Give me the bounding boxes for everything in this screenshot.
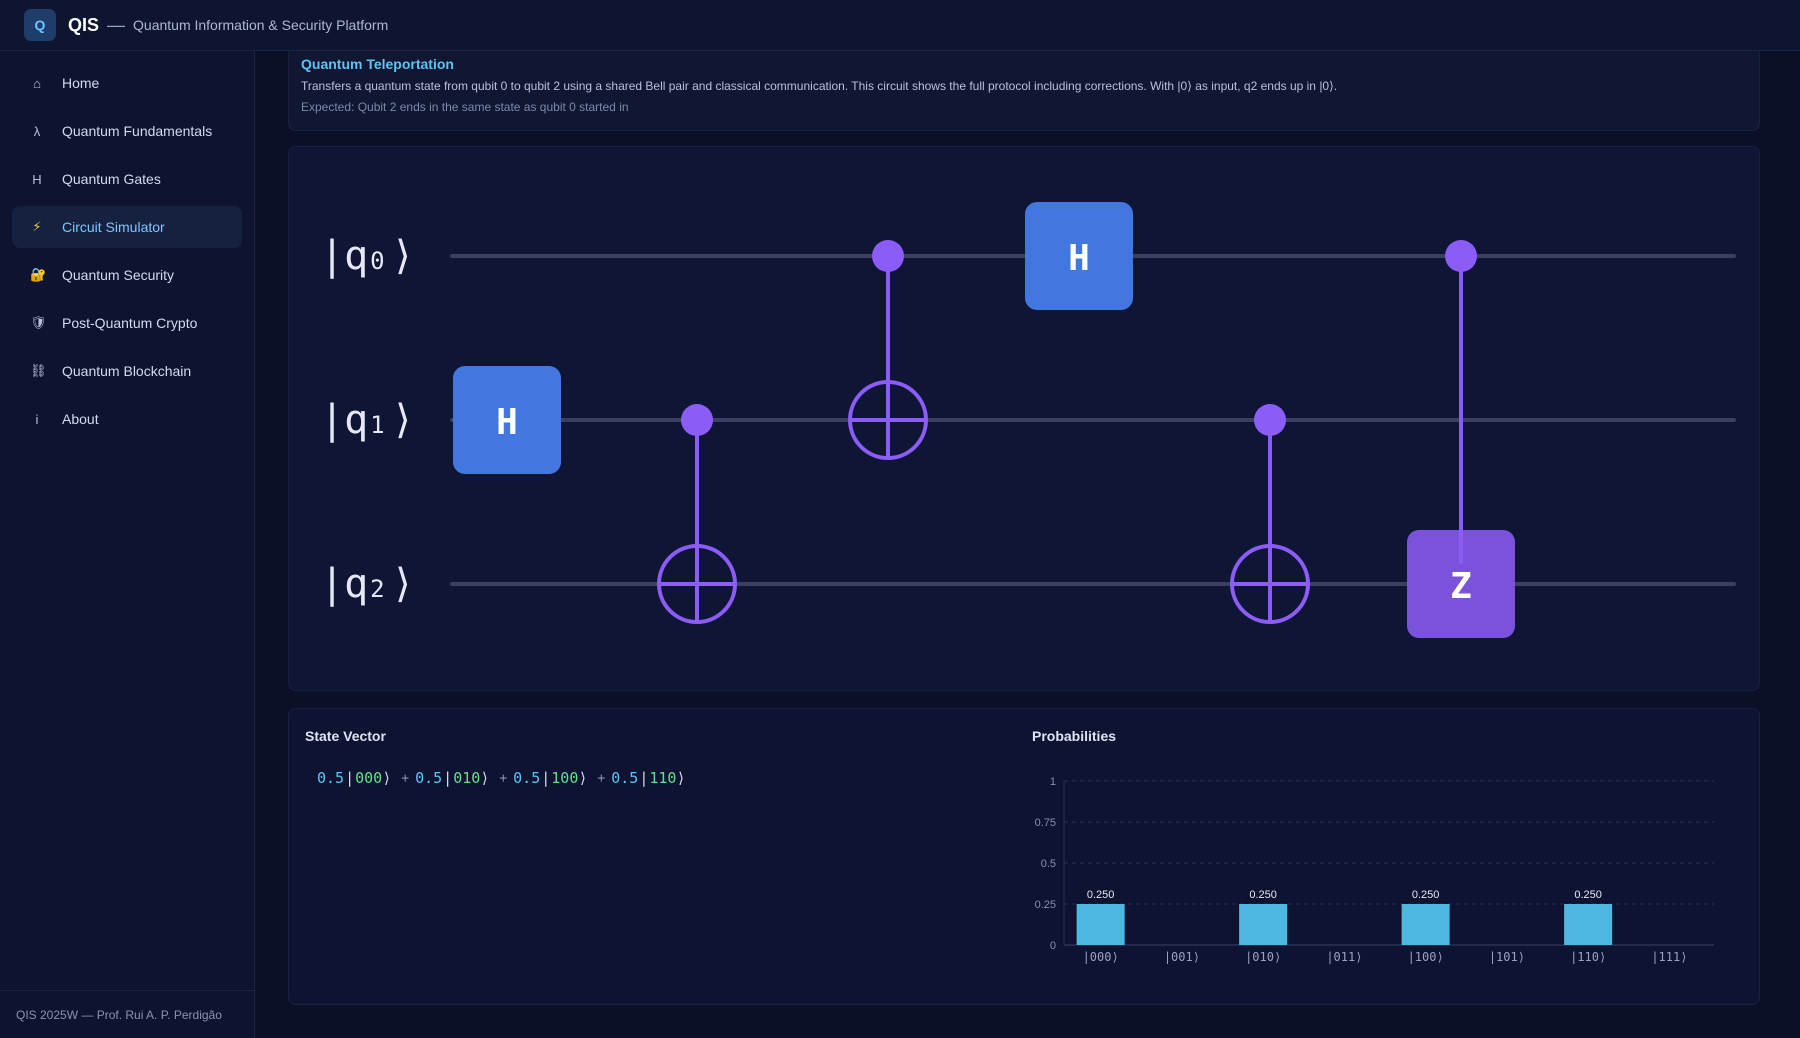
shield-icon: 🛡 — [30, 315, 47, 330]
x-tick-label: |111⟩ — [1651, 950, 1687, 964]
control-dot — [1445, 240, 1477, 272]
y-tick-label: 0.75 — [1035, 817, 1056, 829]
state-basis: 110 — [649, 769, 677, 787]
circuit-title: Quantum Teleportation — [301, 56, 454, 72]
y-tick-label: 0.5 — [1041, 858, 1056, 870]
state-term: 0.5 | 110 ⟩ — [611, 769, 685, 787]
qubit-label: |q1 ⟩ — [320, 397, 415, 443]
sidebar-item-home[interactable]: ⌂ Home — [12, 62, 242, 104]
top-bar: Q QIS — Quantum Information & Security P… — [0, 0, 1800, 51]
state-basis: 000 — [355, 769, 383, 787]
ket-close: ⟩ — [480, 769, 490, 787]
probabilities-title: Probabilities — [1032, 728, 1117, 744]
app-subtitle: Quantum Information & Security Platform — [133, 17, 389, 33]
ket-bar: | — [639, 769, 649, 787]
plus-sign: + — [499, 770, 508, 786]
gate-label: H — [1068, 238, 1090, 279]
sidebar-item-label: Quantum Blockchain — [62, 363, 192, 379]
sidebar-item-label: Quantum Fundamentals — [62, 123, 213, 139]
app-logo[interactable]: Q — [24, 9, 56, 41]
state-coefficient: 0.5 — [513, 769, 541, 787]
control-dot — [872, 240, 904, 272]
sidebar-item-label: Circuit Simulator — [62, 219, 165, 235]
lambda-icon: λ — [33, 123, 41, 139]
probability-bar — [1401, 904, 1450, 945]
chain-icon: ⛓ — [30, 363, 47, 378]
y-tick-label: 1 — [1050, 776, 1056, 788]
x-tick-label: |101⟩ — [1489, 950, 1525, 964]
title-dash: — — [107, 14, 126, 35]
probability-bar — [1564, 904, 1613, 945]
sidebar-footer: QIS 2025W — Prof. Rui A. P. Perdigão — [0, 990, 255, 1038]
control-dot — [1254, 404, 1286, 436]
sidebar-item-quantum-security[interactable]: 🔐 Quantum Security — [12, 254, 242, 296]
circuit-canvas: |q0 ⟩ |q1 ⟩ |q2 ⟩ H H Z — [320, 202, 1736, 638]
state-coefficient: 0.5 — [317, 769, 345, 787]
sidebar-item-about[interactable]: i About — [12, 398, 242, 440]
sidebar: ⌂ Home λ Quantum Fundamentals H Quantum … — [0, 51, 255, 1038]
ket-bar: | — [443, 769, 453, 787]
y-tick-label: 0.25 — [1035, 899, 1056, 911]
sidebar-item-quantum-fundamentals[interactable]: λ Quantum Fundamentals — [12, 110, 242, 152]
ket-bar: | — [345, 769, 355, 787]
gate-label: H — [496, 402, 518, 443]
circuit-description: Transfers a quantum state from qubit 0 t… — [301, 79, 1338, 93]
sidebar-item-label: About — [62, 411, 99, 427]
probability-bar — [1239, 904, 1288, 945]
x-tick-label: |011⟩ — [1326, 950, 1362, 964]
results-panel: State Vector 0.5 | 000 ⟩ + 0.5 | 010 ⟩ + 0.5 | 1… — [288, 708, 1760, 1005]
qubit-label: |q0 ⟩ — [320, 233, 415, 279]
sidebar-item-label: Post-Quantum Crypto — [62, 315, 198, 331]
ket-close: ⟩ — [578, 769, 588, 787]
hadamard-icon: H — [32, 171, 42, 187]
sidebar-item-label: Quantum Security — [62, 267, 175, 283]
bar-value-label: 0.250 — [1412, 889, 1440, 901]
bar-value-label: 0.250 — [1574, 889, 1602, 901]
sidebar-item-quantum-gates[interactable]: H Quantum Gates — [12, 158, 242, 200]
sidebar-nav: ⌂ Home λ Quantum Fundamentals H Quantum … — [0, 51, 254, 440]
sidebar-item-post-quantum-crypto[interactable]: 🛡 Post-Quantum Crypto — [12, 302, 242, 344]
x-tick-label: |001⟩ — [1164, 950, 1200, 964]
state-term: 0.5 | 100 ⟩ — [513, 769, 587, 787]
x-tick-label: |010⟩ — [1245, 950, 1281, 964]
lightning-icon: ⚡ — [32, 219, 42, 234]
plus-sign: + — [401, 770, 410, 786]
lock-icon: 🔐 — [30, 267, 47, 282]
ket-bar: | — [541, 769, 551, 787]
circuit-expected: Expected: Qubit 2 ends in the same state… — [301, 100, 629, 114]
gate-label: Z — [1450, 566, 1472, 607]
qubit-label: |q2 ⟩ — [320, 561, 415, 607]
state-coefficient: 0.5 — [415, 769, 443, 787]
x-tick-label: |000⟩ — [1083, 950, 1119, 964]
state-term: 0.5 | 010 ⟩ — [415, 769, 489, 787]
state-coefficient: 0.5 — [611, 769, 639, 787]
control-dot — [681, 404, 713, 436]
probabilities-chart: 0 0.25 0.5 0.75 1 0.250 |000⟩ |001⟩ 0.250 |010⟩ |0… — [1035, 776, 1714, 964]
plus-sign: + — [597, 770, 606, 786]
state-basis: 100 — [551, 769, 579, 787]
state-basis: 010 — [453, 769, 481, 787]
home-icon: ⌂ — [33, 75, 41, 91]
state-vector-title: State Vector — [305, 728, 386, 744]
circuit-diagram: |q0 ⟩ |q1 ⟩ |q2 ⟩ H H Z — [288, 146, 1760, 691]
circuit-info-card: Quantum Teleportation Transfers a quantu… — [288, 51, 1760, 131]
sidebar-item-circuit-simulator[interactable]: ⚡ Circuit Simulator — [12, 206, 242, 248]
ket-close: ⟩ — [676, 769, 686, 787]
y-tick-label: 0 — [1050, 940, 1056, 952]
x-tick-label: |110⟩ — [1570, 950, 1606, 964]
sidebar-item-quantum-blockchain[interactable]: ⛓ Quantum Blockchain — [12, 350, 242, 392]
bar-value-label: 0.250 — [1249, 889, 1277, 901]
ket-close: ⟩ — [382, 769, 392, 787]
x-tick-label: |100⟩ — [1408, 950, 1444, 964]
sidebar-item-label: Quantum Gates — [62, 171, 161, 187]
sidebar-item-label: Home — [62, 75, 100, 91]
bar-value-label: 0.250 — [1087, 889, 1115, 901]
probability-bar — [1076, 904, 1125, 945]
state-vector-expression: 0.5 | 000 ⟩ + 0.5 | 010 ⟩ + 0.5 | 100 ⟩ + 0.5 | 110… — [317, 769, 685, 787]
info-icon: i — [35, 411, 39, 427]
app-title: QIS — [68, 14, 100, 35]
state-term: 0.5 | 000 ⟩ — [317, 769, 391, 787]
